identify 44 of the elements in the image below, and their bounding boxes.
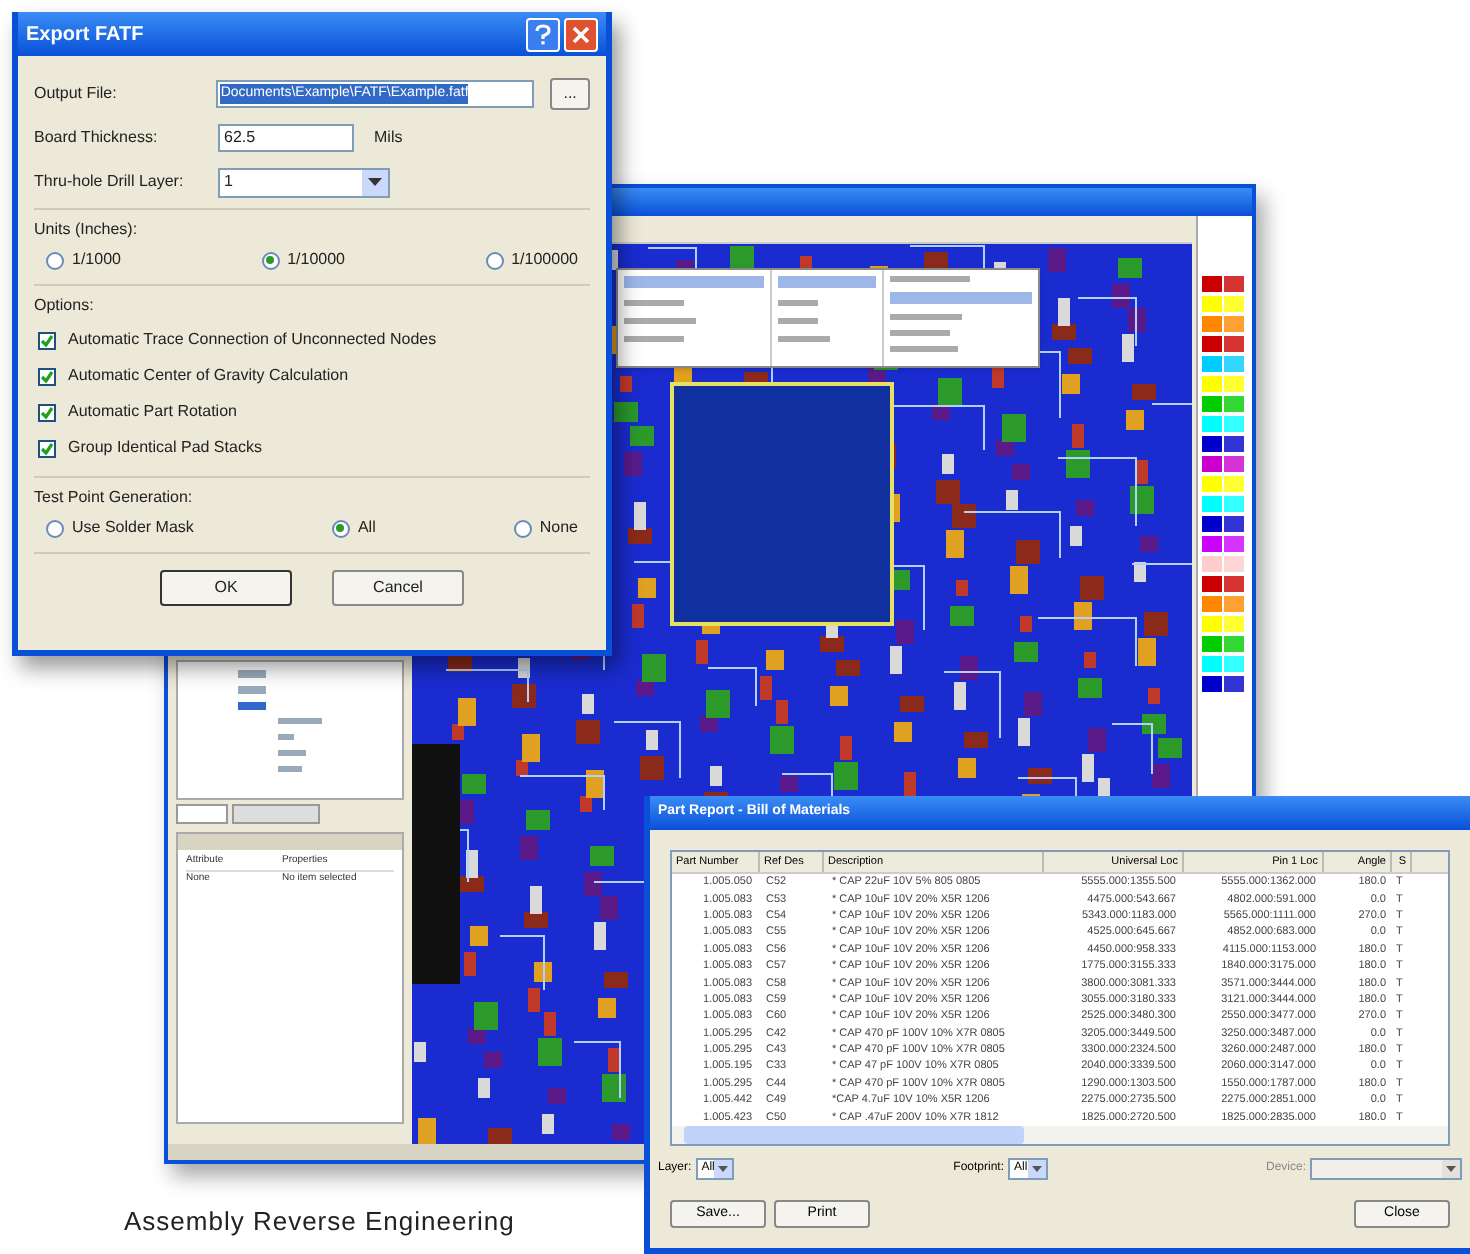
horizontal-scrollbar[interactable] [672,1126,1448,1144]
ok-button[interactable]: OK [160,570,292,606]
browse-button[interactable]: ... [550,78,590,110]
cancel-button[interactable]: Cancel [332,570,464,606]
radio-button[interactable] [331,519,350,537]
drill-layer-dropdown[interactable]: 1 [218,167,390,197]
checkbox[interactable] [38,331,56,349]
dropdown-arrow-icon [1442,1160,1460,1178]
radio-label: 1/1000 [72,248,121,272]
dropdown-arrow-icon [714,1160,733,1178]
panel-tab[interactable] [232,804,320,824]
field-label: Output File: [34,82,119,106]
group-label: Test Point Generation: [34,486,195,510]
help-icon [534,23,552,45]
checkbox[interactable] [38,439,56,457]
dropdown-arrow-icon [1027,1160,1046,1178]
unit-label: Mils [374,126,403,150]
thickness-field[interactable]: 62.5 [218,124,354,152]
radio-button[interactable] [261,251,280,269]
help-button[interactable] [526,17,560,51]
radio-label: 1/10000 [287,248,345,272]
radio-button[interactable] [513,519,532,537]
radio-label: 1/100000 [511,248,578,272]
radio-label: Use Solder Mask [72,516,194,540]
radio-button[interactable] [485,251,504,269]
caption: Assembly Reverse Engineering [124,1204,515,1240]
checkbox-label: Automatic Trace Connection of Unconnected Nodes [68,328,437,352]
group-label: Options: [34,294,96,318]
panel-tab[interactable] [176,804,228,824]
radio-button[interactable] [46,519,64,537]
checkbox-label: Group Identical Pad Stacks [68,436,262,460]
radio-button[interactable] [46,251,64,269]
radio-label: None [539,516,578,540]
window-title: Export FATF [26,21,146,49]
checkbox-label: Automatic Center of Gravity Calculation [68,364,349,388]
checkbox-label: Automatic Part Rotation [68,400,237,424]
field-label: Board Thickness: [34,126,160,150]
checkbox[interactable] [38,367,56,385]
group-label: Units (Inches): [34,218,140,242]
close-icon [572,25,590,43]
field-label: Thru-hole Drill Layer: [34,170,186,194]
close-button[interactable] [564,17,598,51]
radio-label: All [357,516,376,540]
checkbox[interactable] [38,403,56,421]
